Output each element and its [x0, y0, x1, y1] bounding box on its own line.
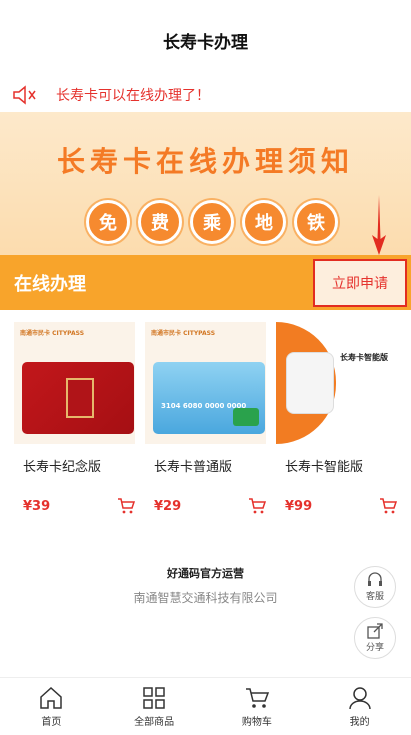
notice-text: 长寿卡可以在线办理了！ [56, 88, 210, 104]
page-title: 长寿卡办理 [163, 32, 248, 53]
product-image: 南通市民卡 CITYPASS [14, 322, 135, 444]
company-name: 南通智慧交通科技有限公司 [133, 591, 278, 605]
product-price: ¥39 [23, 498, 51, 514]
red-card-image [22, 362, 134, 434]
banner-headline: 长寿卡在线办理须知 [56, 145, 354, 178]
tab-label: 首页 [41, 717, 62, 728]
add-to-cart-icon[interactable] [117, 497, 135, 515]
brand-logo: 南通市民卡 CITYPASS [151, 330, 216, 337]
product-card-smart[interactable]: 长寿卡智能版 长寿卡智能版 ¥99 [276, 322, 397, 514]
tab-label: 购物车 [241, 717, 272, 728]
tab-home[interactable]: 首页 [0, 678, 103, 735]
banner-circle: 乘 [190, 200, 234, 244]
product-image: 南通市民卡 CITYPASS 3104 6080 0000 0000 [145, 322, 266, 444]
banner-circle: 费 [138, 200, 182, 244]
section-title: 在线办理 [14, 273, 86, 295]
banner-circle: 铁 [294, 200, 338, 244]
product-list: 南通市民卡 CITYPASS 长寿卡纪念版 ¥39 南通市民卡 CITYPASS… [14, 322, 411, 532]
product-tag: 长寿卡智能版 [340, 353, 388, 362]
cart-icon [245, 688, 269, 708]
product-price: ¥99 [285, 498, 313, 514]
user-icon [348, 687, 371, 710]
product-card-commemorative[interactable]: 南通市民卡 CITYPASS 长寿卡纪念版 ¥39 [14, 322, 135, 514]
share-button[interactable]: 分享 [354, 617, 396, 659]
tab-mine[interactable]: 我的 [308, 678, 411, 735]
blue-card-image: 3104 6080 0000 0000 [153, 362, 265, 434]
bottom-tabbar: 首页 全部商品 购物车 我的 [0, 677, 411, 735]
product-card-standard[interactable]: 南通市民卡 CITYPASS 3104 6080 0000 0000 长寿卡普通… [145, 322, 266, 514]
notice-bar[interactable]: 长寿卡可以在线办理了！ [0, 80, 411, 110]
price-row: ¥39 [23, 494, 135, 518]
add-to-cart-icon[interactable] [248, 497, 266, 515]
speaker-icon [13, 85, 36, 105]
product-price: ¥29 [154, 498, 182, 514]
operator-line: 好通码官方运营 [167, 567, 244, 580]
product-name: 长寿卡普通版 [154, 460, 233, 475]
tab-label: 全部商品 [134, 717, 175, 728]
smart-device-image [286, 352, 334, 414]
price-row: ¥99 [285, 494, 397, 518]
tab-all-products[interactable]: 全部商品 [103, 678, 206, 735]
customer-service-button[interactable]: 客服 [354, 566, 396, 608]
online-apply-bar: 在线办理 立即申请 [0, 255, 411, 310]
share-icon [367, 623, 383, 639]
arrow-down-icon [372, 195, 386, 255]
operator-info: 好通码官方运营 南通智慧交通科技有限公司 [0, 565, 411, 606]
brand-logo: 南通市民卡 CITYPASS [20, 330, 85, 337]
banner-circle: 免 [86, 200, 130, 244]
add-to-cart-icon[interactable] [379, 497, 397, 515]
product-image: 长寿卡智能版 [276, 322, 397, 444]
price-row: ¥29 [154, 494, 266, 518]
tab-label: 我的 [349, 717, 370, 728]
home-icon [40, 686, 63, 709]
product-name: 长寿卡智能版 [285, 460, 364, 475]
product-name: 长寿卡纪念版 [23, 460, 102, 475]
grid-icon [143, 687, 165, 709]
banner[interactable]: 长寿卡在线办理须知 免 费 乘 地 铁 [0, 112, 411, 255]
header: 长寿卡办理 [0, 0, 411, 80]
service-label: 客服 [365, 592, 384, 602]
headset-icon [368, 572, 382, 586]
banner-circle: 地 [242, 200, 286, 244]
apply-now-button[interactable]: 立即申请 [313, 258, 407, 307]
share-label: 分享 [365, 643, 384, 653]
banner-circles: 免 费 乘 地 铁 [86, 200, 338, 244]
tab-cart[interactable]: 购物车 [206, 678, 309, 735]
